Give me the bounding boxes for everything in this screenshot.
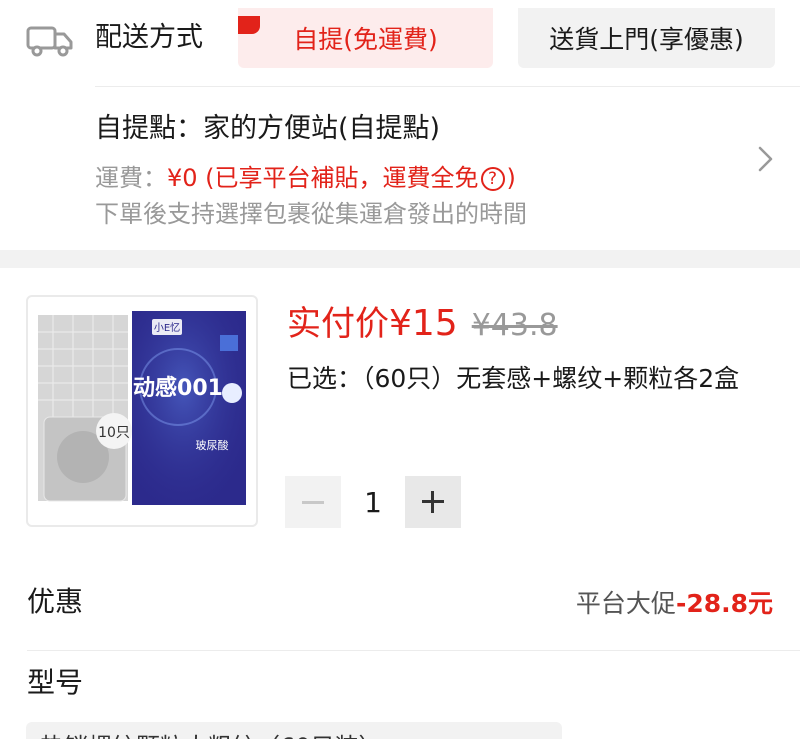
quantity-plus-button[interactable] (405, 476, 461, 528)
model-option-chip[interactable]: 热销螺纹颗粒大粗纹（60只装） (26, 722, 562, 739)
product-box-name: 动感001 (133, 375, 223, 401)
product-image[interactable]: 10只 小E忆 动感001 玻尿酸 (26, 295, 258, 527)
delivery-method-label: 配送方式 (95, 22, 203, 53)
product-section: 10只 小E忆 动感001 玻尿酸 实付价 ¥15 ¥43.8 已选：（60只）… (0, 268, 800, 739)
divider (27, 650, 800, 651)
final-price: ¥15 (389, 303, 458, 344)
shipping-fee-value: ¥0 (已享平台補貼，運費全免 (167, 164, 479, 192)
product-image-graphic: 10只 小E忆 动感001 玻尿酸 (38, 311, 246, 505)
shipping-fee-line: 運費：¥0 (已享平台補貼，運費全免?) (95, 160, 516, 196)
selected-marker-icon (238, 16, 260, 34)
model-title: 型号 (27, 666, 84, 699)
minus-icon (302, 500, 324, 504)
quantity-input[interactable]: 1 (341, 486, 405, 519)
promotion-row[interactable]: 优惠 平台大促-28.8元 (0, 568, 800, 648)
shipping-note: 下單後支持選擇包裹從集運倉發出的時間 (95, 200, 527, 228)
product-box-sub: 玻尿酸 (196, 438, 229, 452)
divider (95, 86, 800, 87)
final-price-label: 实付价 (287, 304, 389, 344)
pickup-option-label: 自提(免運費) (293, 25, 438, 54)
section-separator (0, 250, 800, 268)
help-icon[interactable]: ? (480, 167, 505, 191)
chevron-right-icon[interactable] (752, 144, 778, 174)
truck-icon (26, 26, 73, 57)
promotion-desc: 平台大促 (575, 589, 676, 618)
home-delivery-option-label: 送貨上門(享優惠) (549, 25, 744, 54)
count-badge: 10只 (98, 425, 130, 441)
shipping-fee-suffix: ) (506, 164, 516, 192)
quantity-minus-button[interactable] (285, 476, 341, 528)
pickup-point-text[interactable]: 自提點：家的方便站(自提點) (95, 108, 440, 150)
quantity-stepper: 1 (285, 476, 461, 528)
selected-spec[interactable]: 已选：（60只）无套感+螺纹+颗粒各2盒 (287, 360, 739, 398)
model-option-label: 热销螺纹颗粒大粗纹（60只装） (40, 730, 383, 739)
promotion-value: 平台大促-28.8元 (576, 586, 773, 622)
pickup-option-button[interactable]: 自提(免運費) (238, 8, 493, 68)
shipping-fee-prefix: 運費： (95, 164, 167, 192)
original-price: ¥43.8 (471, 308, 558, 343)
promotion-amount: -28.8元 (675, 589, 773, 618)
delivery-section: 配送方式 自提(免運費) 送貨上門(享優惠) 自提點：家的方便站(自提點) 運費… (0, 0, 800, 250)
promotion-title: 优惠 (27, 585, 84, 618)
price-row: 实付价 ¥15 ¥43.8 (287, 296, 558, 345)
brand-logo: 小E忆 (154, 321, 180, 334)
home-delivery-option-button[interactable]: 送貨上門(享優惠) (518, 8, 775, 68)
